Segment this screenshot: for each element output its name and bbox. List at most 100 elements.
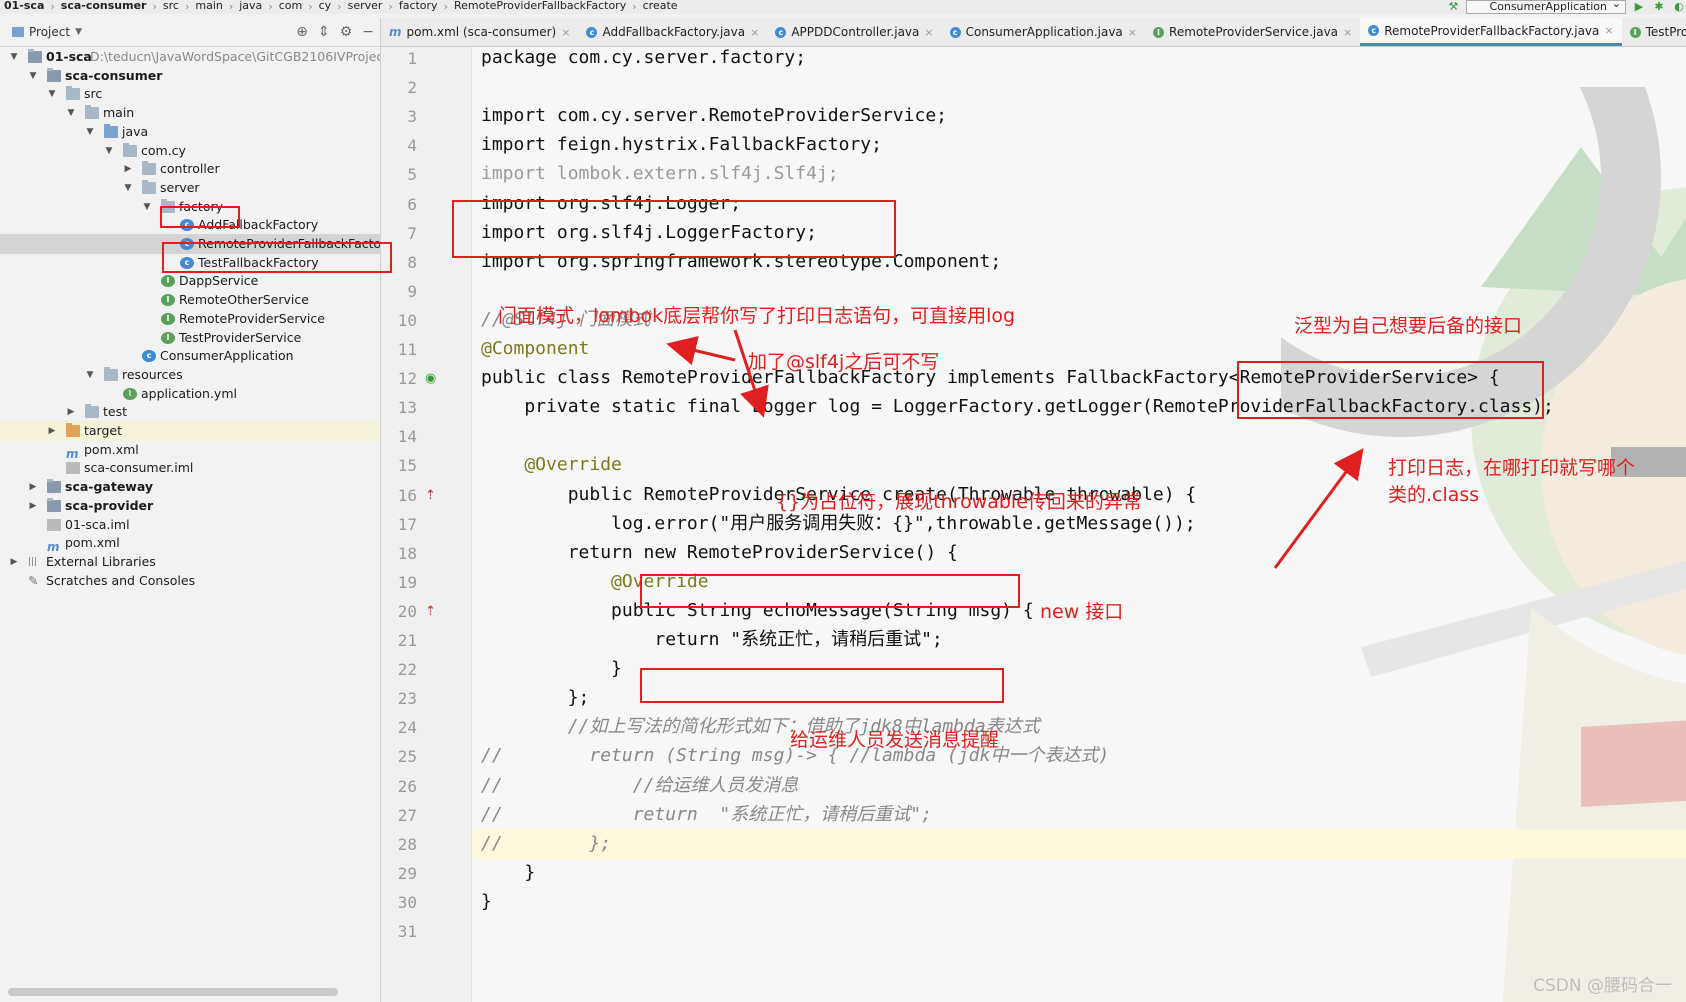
tree-item[interactable]: I RemoteOtherService <box>0 290 380 310</box>
code-line[interactable]: } <box>481 858 535 888</box>
code-line[interactable]: private static final Logger log = Logger… <box>481 392 1554 422</box>
spring-bean-gutter-icon[interactable]: ◉ <box>425 371 436 386</box>
collapse-arrow-icon[interactable]: ▶ <box>8 552 20 572</box>
tree-item[interactable]: ▶ sca-gateway <box>0 477 380 497</box>
code-line[interactable]: return new RemoteProviderService() { <box>481 538 958 568</box>
code-line[interactable]: }; <box>481 683 590 713</box>
gear-icon[interactable]: ⚙ <box>340 24 353 40</box>
editor-tab[interactable]: c RemoteProviderFallbackFactory.java × <box>1360 18 1622 46</box>
implements-gutter-icon[interactable]: ⇡ <box>425 604 436 619</box>
tree-item[interactable]: c RemoteProviderFallbackFactory <box>0 234 380 254</box>
code-line[interactable]: import org.springframework.stereotype.Co… <box>481 247 1001 277</box>
tree-item[interactable]: ▼ server <box>0 178 380 198</box>
code-line[interactable]: import org.slf4j.LoggerFactory; <box>481 218 817 248</box>
tree-item[interactable]: ▶ ||| External Libraries <box>0 552 380 572</box>
coverage-icon[interactable]: ◐ <box>1672 1 1686 13</box>
tree-item[interactable]: ▼ src <box>0 84 380 104</box>
chevron-down-icon[interactable]: ▼ <box>75 27 82 37</box>
tree-item[interactable]: ▼ resources <box>0 365 380 385</box>
code-line[interactable]: // }; <box>472 828 1686 859</box>
expand-arrow-icon[interactable]: ▼ <box>46 84 58 104</box>
code-line[interactable]: @Override <box>481 450 622 480</box>
tree-item[interactable]: ▼ com.cy <box>0 141 380 161</box>
code-line[interactable]: import feign.hystrix.FallbackFactory; <box>481 130 882 160</box>
project-view-selector[interactable]: Project ▼ <box>12 25 82 39</box>
horizontal-scrollbar[interactable] <box>8 988 338 996</box>
locate-icon[interactable]: ⊕ <box>296 24 308 40</box>
close-icon[interactable]: × <box>561 26 570 39</box>
breadcrumb-item[interactable]: java <box>235 0 266 11</box>
code-line[interactable]: return "系统正忙，请稍后重试"; <box>481 625 942 655</box>
implements-gutter-icon[interactable]: ⇡ <box>425 488 436 503</box>
code-line[interactable]: // return (String msg)-> { //lambda (jdk… <box>481 741 1109 771</box>
code-line[interactable]: // //给运维人员发消息 <box>481 771 798 801</box>
code-line[interactable]: //如上写法的简化形式如下：借助了jdk8中lambda表达式 <box>481 712 1040 742</box>
editor-tab[interactable]: c AddFallbackFactory.java × <box>578 18 767 46</box>
close-icon[interactable]: × <box>1343 26 1352 39</box>
code-line[interactable]: // return "系统正忙，请稍后重试"; <box>481 800 932 830</box>
breadcrumb-item[interactable]: src <box>159 0 183 11</box>
build-hammer-icon[interactable]: ⚒ <box>1446 1 1460 13</box>
tree-item[interactable]: I DappService <box>0 271 380 291</box>
tree-item[interactable]: ▶ controller <box>0 159 380 179</box>
tree-item[interactable]: c ConsumerApplication <box>0 346 380 366</box>
tree-item[interactable]: ▶ test <box>0 402 380 422</box>
breadcrumb-item[interactable]: server <box>344 0 387 11</box>
code-line[interactable]: import lombok.extern.slf4j.Slf4j; <box>481 159 839 189</box>
expand-arrow-icon[interactable]: ▼ <box>141 197 153 217</box>
editor-tab[interactable]: I RemoteProviderService.java × <box>1145 18 1360 46</box>
debug-icon[interactable]: ✱ <box>1652 1 1666 13</box>
breadcrumb-item[interactable]: sca-consumer <box>57 0 151 11</box>
hide-icon[interactable]: − <box>362 24 374 40</box>
expand-arrow-icon[interactable]: ▼ <box>84 122 96 142</box>
code-line[interactable]: log.error("用户服务调用失败：{}",throwable.getMes… <box>481 509 1196 539</box>
breadcrumb-item[interactable]: factory <box>395 0 442 11</box>
tree-item[interactable]: ✎ Scratches and Consoles <box>0 571 380 591</box>
tree-item[interactable]: ▶ sca-provider <box>0 496 380 516</box>
expand-arrow-icon[interactable]: ▼ <box>103 141 115 161</box>
tree-item[interactable]: m pom.xml <box>0 440 380 461</box>
collapse-arrow-icon[interactable]: ▶ <box>27 496 39 516</box>
tree-item[interactable]: ⌇ application.yml <box>0 384 380 404</box>
code-line[interactable]: } <box>481 887 492 917</box>
tree-item[interactable]: m pom.xml <box>0 533 380 554</box>
code-line[interactable]: package com.cy.server.factory; <box>481 47 806 73</box>
editor-tab[interactable]: c APPDDController.java × <box>767 18 941 46</box>
collapse-arrow-icon[interactable]: ▶ <box>27 477 39 497</box>
close-icon[interactable]: × <box>750 26 759 39</box>
tree-item[interactable]: sca-consumer.iml <box>0 458 380 478</box>
breadcrumb-item[interactable]: create <box>639 0 682 11</box>
collapse-arrow-icon[interactable]: ▶ <box>46 421 58 441</box>
code-line[interactable]: public class RemoteProviderFallbackFacto… <box>481 363 1500 393</box>
breadcrumb-item[interactable]: cy <box>315 0 336 11</box>
expand-arrow-icon[interactable]: ▼ <box>122 178 134 198</box>
expand-arrow-icon[interactable]: ▼ <box>8 47 20 67</box>
tree-item[interactable]: I RemoteProviderService <box>0 309 380 329</box>
breadcrumb-item[interactable]: com <box>275 0 307 11</box>
editor-tab[interactable]: m pom.xml (sca-consumer) × <box>381 18 578 46</box>
run-configuration-select[interactable]: ConsumerApplication <box>1466 0 1626 14</box>
close-icon[interactable]: × <box>924 26 933 39</box>
code-line[interactable]: public String echoMessage(String msg) { <box>481 596 1034 626</box>
code-line[interactable]: import com.cy.server.RemoteProviderServi… <box>481 101 947 131</box>
run-icon[interactable]: ▶ <box>1632 1 1646 13</box>
collapse-all-icon[interactable]: ⇕ <box>318 24 330 40</box>
expand-arrow-icon[interactable]: ▼ <box>27 66 39 86</box>
code-line[interactable]: @Override <box>481 567 709 597</box>
expand-arrow-icon[interactable]: ▼ <box>84 365 96 385</box>
code-line[interactable]: } <box>481 654 622 684</box>
tree-item[interactable]: ▼ sca-consumer <box>0 66 380 86</box>
code-line[interactable]: public RemoteProviderService create(Thro… <box>481 480 1197 510</box>
tree-item[interactable]: ▼ java <box>0 122 380 142</box>
tree-item[interactable]: ▼ 01-sca D:\teducn\JavaWordSpace\GitCGB210… <box>0 47 380 67</box>
collapse-arrow-icon[interactable]: ▶ <box>65 402 77 422</box>
code-line[interactable]: //@Slf4j 门面模式 <box>481 305 651 335</box>
tree-item[interactable]: c TestFallbackFactory <box>0 253 380 273</box>
code-editor[interactable]: 1 2 3 4 5 6 7 8 9 10 11 12 13 14 15 16 17 18 19 20 21 22 23 24 2… <box>381 47 1686 1002</box>
expand-arrow-icon[interactable]: ▼ <box>65 103 77 123</box>
breadcrumb-item[interactable]: main <box>191 0 226 11</box>
code-line[interactable]: import org.slf4j.Logger; <box>481 189 741 219</box>
close-icon[interactable]: × <box>1604 24 1613 37</box>
tree-item[interactable]: 01-sca.iml <box>0 515 380 535</box>
collapse-arrow-icon[interactable]: ▶ <box>122 159 134 179</box>
